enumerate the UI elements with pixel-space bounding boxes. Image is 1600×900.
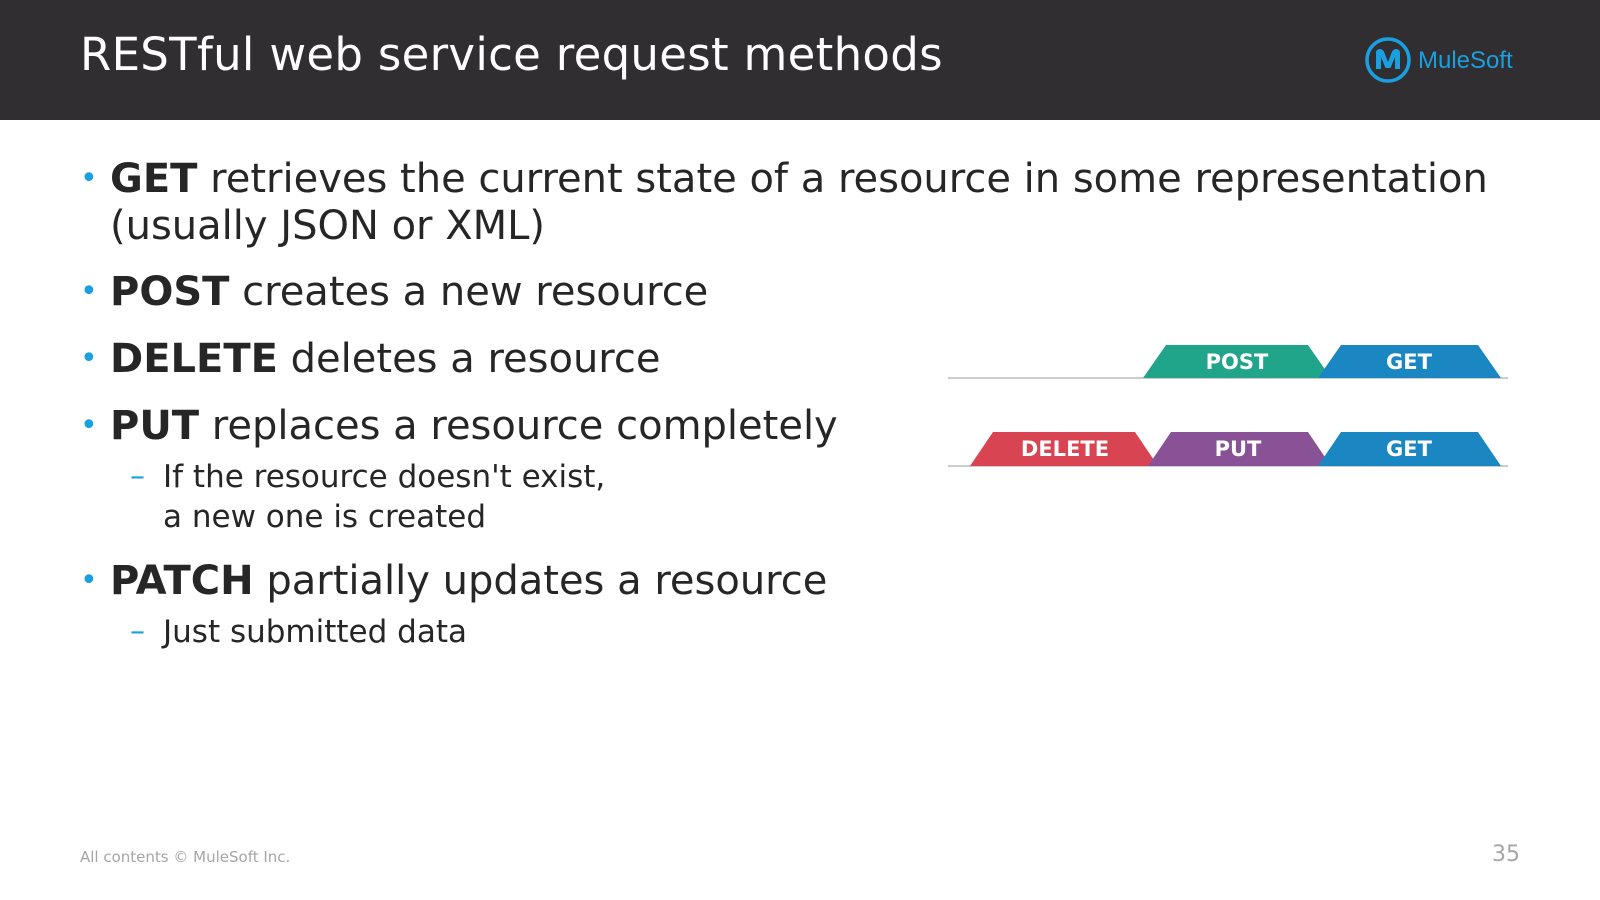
sub-bullet-patch-line1: Just submitted data bbox=[163, 614, 467, 650]
bullet-dot: • bbox=[80, 161, 98, 196]
logo-text: MuleSoft bbox=[1418, 47, 1513, 74]
tab-put-label: PUT bbox=[1215, 437, 1262, 461]
bullet-post: • POST creates a new resource bbox=[80, 268, 1520, 316]
page-number: 35 bbox=[1492, 842, 1520, 867]
tab-get-row2-label: GET bbox=[1386, 437, 1433, 461]
bullet-dot: • bbox=[80, 563, 98, 598]
bullet-get: • GET retrieves the current state of a r… bbox=[80, 155, 1520, 251]
logo-m-icon bbox=[1376, 49, 1400, 69]
bullet-dot: • bbox=[80, 408, 98, 443]
copyright-notice: All contents © MuleSoft Inc. bbox=[80, 848, 291, 866]
title-bar: RESTful web service request methods Mule… bbox=[0, 0, 1600, 120]
method-patch: PATCH bbox=[110, 558, 254, 604]
bullet-dot: • bbox=[80, 274, 98, 309]
sub-bullet-put-line2: a new one is created bbox=[163, 499, 487, 535]
method-get: GET bbox=[110, 156, 198, 202]
bullet-put-text: PUT replaces a resource completely bbox=[110, 403, 838, 449]
tab-get-row1-label: GET bbox=[1386, 350, 1433, 374]
tab-delete-label: DELETE bbox=[1021, 437, 1109, 461]
method-put: PUT bbox=[110, 403, 200, 449]
bullet-dot: • bbox=[80, 341, 98, 376]
sub-bullet-dash: – bbox=[130, 459, 145, 494]
logo-ring-icon bbox=[1365, 37, 1411, 83]
bullet-get-line2: (usually JSON or XML) bbox=[110, 203, 546, 249]
request-sequence-diagram: POST GET DELETE PUT GET bbox=[948, 340, 1528, 470]
sub-bullet-put-line1: If the resource doesn't exist, bbox=[163, 459, 606, 495]
mulesoft-logo: MuleSoft bbox=[1364, 36, 1524, 84]
bullet-patch-text: PATCH partially updates a resource bbox=[110, 558, 828, 604]
method-delete: DELETE bbox=[110, 336, 278, 382]
bullet-patch: • PATCH partially updates a resource – J… bbox=[80, 557, 1520, 657]
bullet-get-line1: GET retrieves the current state of a res… bbox=[110, 156, 1488, 202]
method-post: POST bbox=[110, 269, 230, 315]
bullet-delete-text: DELETE deletes a resource bbox=[110, 336, 661, 382]
sub-bullet-dash: – bbox=[130, 614, 145, 649]
tab-post-label: POST bbox=[1206, 350, 1269, 374]
bullet-post-text: POST creates a new resource bbox=[110, 269, 709, 315]
slide-title: RESTful web service request methods bbox=[80, 28, 943, 81]
